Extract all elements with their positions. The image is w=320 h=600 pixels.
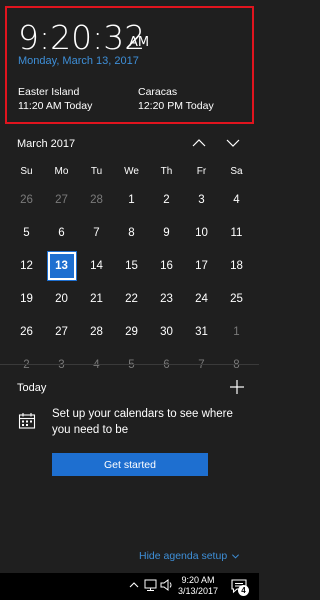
timezone-city: Easter Island <box>18 86 80 98</box>
calendar-week-row: 19 20 21 22 23 24 25 <box>9 286 255 311</box>
taskbar-date: 3/13/2017 <box>177 586 219 596</box>
hide-agenda-setup-link[interactable]: Hide agenda setup <box>139 550 240 562</box>
chevron-up-icon <box>129 582 139 588</box>
chevron-up-icon <box>192 139 206 147</box>
month-title[interactable]: March 2017 <box>17 138 75 150</box>
chevron-down-icon <box>226 139 240 147</box>
timezone-time: 11:20 AM Today <box>18 100 93 112</box>
weekday-label: We <box>124 166 139 177</box>
taskbar-time: 9:20 AM <box>181 575 215 585</box>
next-month-button[interactable] <box>224 134 242 152</box>
calendar-week-row: 26 27 28 29 30 31 1 <box>9 319 255 344</box>
calendar-day[interactable]: 7 <box>79 220 114 245</box>
previous-month-button[interactable] <box>190 134 208 152</box>
timezone-clock-1: Easter Island 11:20 AM Today <box>18 85 92 113</box>
calendar-day[interactable]: 3 <box>184 187 219 212</box>
weekday-label: Th <box>160 166 173 177</box>
calendar-day[interactable]: 19 <box>9 286 44 311</box>
hide-agenda-label: Hide agenda setup <box>139 550 228 562</box>
calendar-day[interactable]: 10 <box>184 220 219 245</box>
calendar-day[interactable]: 6 <box>44 220 79 245</box>
calendar-day[interactable]: 11 <box>219 220 254 245</box>
add-event-button[interactable] <box>228 378 246 396</box>
notification-count-badge: 4 <box>238 585 249 596</box>
calendar-day[interactable]: 9 <box>149 220 184 245</box>
calendar-day[interactable]: 12 <box>9 253 44 278</box>
calendar-day[interactable]: 31 <box>184 319 219 344</box>
show-hidden-icons-button[interactable] <box>126 577 142 593</box>
calendar-day[interactable]: 28 <box>79 319 114 344</box>
timezone-time: 12:20 PM Today <box>138 100 214 112</box>
calendar-week-row: 5 6 7 8 9 10 11 <box>9 220 255 245</box>
calendar-day[interactable]: 25 <box>219 286 254 311</box>
taskbar-clock[interactable]: 9:20 AM 3/13/2017 <box>176 575 220 597</box>
agenda-setup-message: Set up your calendars to see where you n… <box>52 408 233 436</box>
calendar-day[interactable]: 21 <box>79 286 114 311</box>
calendar-day[interactable]: 8 <box>114 220 149 245</box>
calendar-day[interactable]: 4 <box>219 187 254 212</box>
weekday-label: Sa <box>230 166 243 177</box>
weekday-label: Tu <box>90 166 103 177</box>
calendar-day[interactable]: 1 <box>219 319 254 344</box>
calendar-day[interactable]: 29 <box>114 319 149 344</box>
weekday-label: Su <box>20 166 33 177</box>
calendar-day[interactable]: 27 <box>44 187 79 212</box>
volume-button[interactable] <box>159 577 175 593</box>
today-highlight: 13 <box>46 250 77 281</box>
clock-calendar-flyout: 9:20:32 AM Monday, March 13, 2017 Easter… <box>0 0 259 573</box>
calendar-day[interactable]: 5 <box>9 220 44 245</box>
network-icon <box>144 579 157 591</box>
calendar-week-row: 12 13 14 15 16 17 18 <box>9 250 255 281</box>
weekday-label: Fr <box>196 166 207 177</box>
calendar-day[interactable]: 17 <box>184 253 219 278</box>
timezone-city: Caracas <box>138 86 178 98</box>
current-time: 9:20:32 <box>18 18 146 57</box>
calendar-day[interactable]: 1 <box>114 187 149 212</box>
calendar-day[interactable]: 16 <box>149 253 184 278</box>
current-date-link[interactable]: Monday, March 13, 2017 <box>18 55 139 67</box>
plus-icon <box>230 380 244 394</box>
calendar-day[interactable]: 30 <box>149 319 184 344</box>
chevron-down-icon <box>232 553 240 559</box>
calendar-day[interactable]: 23 <box>149 286 184 311</box>
timezone-clock-2: Caracas 12:20 PM Today <box>138 85 214 113</box>
agenda-title: Today <box>17 382 47 394</box>
get-started-button[interactable]: Get started <box>52 453 208 476</box>
calendar-day[interactable]: 24 <box>184 286 219 311</box>
divider <box>0 364 259 365</box>
network-button[interactable] <box>143 577 159 593</box>
calendar-day[interactable]: 27 <box>44 319 79 344</box>
weekday-label: Mo <box>54 166 69 177</box>
clock-panel-highlight: 9:20:32 AM Monday, March 13, 2017 Easter… <box>5 6 254 124</box>
calendar-day[interactable]: 18 <box>219 253 254 278</box>
calendar-day[interactable]: 14 <box>79 253 114 278</box>
calendar-week-row: 26 27 28 1 2 3 4 <box>9 187 255 212</box>
calendar-day[interactable]: 20 <box>44 286 79 311</box>
calendar-icon <box>18 412 36 430</box>
current-ampm: AM <box>129 35 150 50</box>
calendar-day[interactable]: 26 <box>9 187 44 212</box>
calendar-day[interactable]: 15 <box>114 253 149 278</box>
calendar-day-today[interactable]: 13 <box>44 250 79 281</box>
calendar-day[interactable]: 2 <box>149 187 184 212</box>
weekday-header: Su Mo Tu We Th Fr Sa <box>9 166 255 177</box>
volume-icon <box>160 579 172 591</box>
calendar-day[interactable]: 22 <box>114 286 149 311</box>
taskbar: 9:20 AM 3/13/2017 4 <box>0 573 259 600</box>
calendar-day[interactable]: 26 <box>9 319 44 344</box>
calendar-day[interactable]: 28 <box>79 187 114 212</box>
